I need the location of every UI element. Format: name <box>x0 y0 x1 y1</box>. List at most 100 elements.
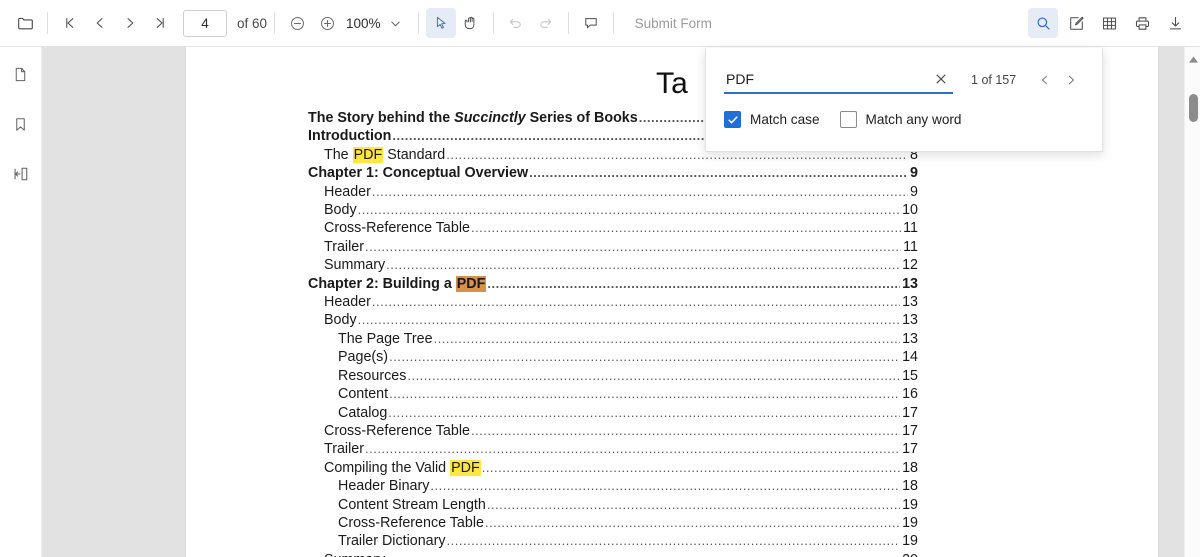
zoom-in-icon[interactable] <box>312 8 342 38</box>
sidebar-item-attachments[interactable] <box>6 159 36 189</box>
next-result-icon[interactable] <box>1058 67 1084 93</box>
toc-leader-dots: ........................................… <box>407 367 900 383</box>
toc-leader-dots: ........................................… <box>481 459 900 475</box>
toc-entry[interactable]: Chapter 1: Conceptual Overview..........… <box>308 164 918 182</box>
toc-entry-label: Chapter 1: Conceptual Overview <box>308 165 529 182</box>
toc-leader-dots: ........................................… <box>470 422 900 438</box>
toolbar-divider-1 <box>47 12 48 34</box>
toc-entry-label: Header Binary <box>338 478 430 495</box>
toc-entry[interactable]: Body ...................................… <box>308 311 918 329</box>
annotate-icon[interactable] <box>1061 8 1091 38</box>
toc-page-number: 18 <box>902 478 918 495</box>
search-icon[interactable] <box>1028 8 1058 38</box>
toc-page-number: 10 <box>902 202 918 219</box>
toc-entry[interactable]: Trailer Dictionary......................… <box>308 532 918 550</box>
open-file-icon[interactable] <box>10 8 40 38</box>
chevron-down-icon[interactable] <box>381 8 411 38</box>
search-panel-options-row: Match case Match any word <box>706 94 1102 128</box>
search-input[interactable] <box>724 70 920 87</box>
toc-leader-dots: ........................................… <box>389 349 900 365</box>
toc-entry[interactable]: Trailer ................................… <box>308 440 918 458</box>
comment-icon[interactable] <box>576 8 606 38</box>
table-of-contents: The Story behind the Succinctly Series o… <box>308 109 918 557</box>
toc-entry[interactable]: Body ...................................… <box>308 201 918 219</box>
left-sidebar <box>0 47 42 557</box>
vertical-scrollbar[interactable] <box>1184 47 1200 557</box>
toc-entry-label: Summary <box>324 552 385 557</box>
print-icon[interactable] <box>1127 8 1157 38</box>
toc-leader-dots: ........................................… <box>371 294 901 310</box>
toc-entry-label: Content Stream Length <box>338 496 486 513</box>
sidebar-item-bookmarks[interactable] <box>6 109 36 139</box>
toc-entry[interactable]: Header Binary...........................… <box>308 477 918 495</box>
select-tool-icon[interactable] <box>425 8 456 38</box>
toc-entry-label: Chapter 2: Building a PDF <box>308 275 487 292</box>
toc-page-number: 11 <box>903 238 918 255</box>
next-page-icon[interactable] <box>115 8 145 38</box>
toc-leader-dots: ........................................… <box>386 551 900 557</box>
previous-page-icon[interactable] <box>85 8 115 38</box>
toc-leader-dots: ........................................… <box>470 220 901 236</box>
pan-tool-icon[interactable] <box>456 8 486 38</box>
toc-entry-label: Resources <box>338 367 407 384</box>
toolbar-divider-6 <box>612 12 614 34</box>
toc-entry[interactable]: Compiling the Valid PDF.................… <box>308 459 918 477</box>
sidebar-item-page-thumbnails[interactable] <box>6 59 36 89</box>
download-icon[interactable] <box>1160 8 1190 38</box>
toc-leader-dots: ........................................… <box>357 312 901 328</box>
toc-page-number: 16 <box>902 386 918 403</box>
search-match: PDF <box>450 459 481 476</box>
toc-entry[interactable]: Chapter 2: Building a PDF...............… <box>308 275 918 293</box>
toc-leader-dots: ........................................… <box>371 183 908 199</box>
toc-entry-label: Header <box>324 183 371 200</box>
zoom-out-icon[interactable] <box>282 8 312 38</box>
toc-entry-label: Page(s) <box>338 349 389 366</box>
search-result-count: 1 of 157 <box>971 72 1017 87</box>
toolbar-divider-2 <box>274 12 276 34</box>
toc-page-number: 18 <box>902 459 918 476</box>
toc-entry[interactable]: Header..................................… <box>308 183 918 201</box>
toc-entry[interactable]: Content.................................… <box>308 385 918 403</box>
toc-entry-label: The Story behind the Succinctly Series o… <box>308 110 638 126</box>
toc-leader-dots: ........................................… <box>364 238 901 254</box>
match-case-checkbox[interactable] <box>724 111 741 128</box>
first-page-icon[interactable] <box>55 8 85 38</box>
organize-pages-icon[interactable] <box>1094 8 1124 38</box>
toc-page-number: 13 <box>902 330 918 347</box>
last-page-icon[interactable] <box>145 8 175 38</box>
toc-leader-dots: ........................................… <box>446 533 901 549</box>
toc-entry[interactable]: Page(s).................................… <box>308 348 918 366</box>
toc-leader-dots: ........................................… <box>364 441 900 457</box>
toc-page-number: 14 <box>902 349 918 366</box>
toc-entry[interactable]: Resources ..............................… <box>308 367 918 385</box>
toc-entry[interactable]: Cross-Reference Table...................… <box>308 514 918 532</box>
match-any-word-checkbox[interactable] <box>839 111 857 128</box>
match-any-word-label[interactable]: Match any word <box>866 112 962 127</box>
page-number-input[interactable] <box>183 9 227 37</box>
toc-entry[interactable]: Summary ................................… <box>308 551 918 557</box>
toc-entry-label: Catalog <box>338 404 388 421</box>
close-icon[interactable] <box>931 69 951 89</box>
match-case-label[interactable]: Match case <box>750 112 820 127</box>
scroll-up-icon[interactable] <box>1185 52 1200 66</box>
toc-entry[interactable]: The Page Tree...........................… <box>308 330 918 348</box>
toc-page-number: 19 <box>902 533 918 550</box>
toc-entry[interactable]: Trailer ................................… <box>308 238 918 256</box>
redo-icon[interactable] <box>531 8 561 38</box>
toc-entry[interactable]: Cross-Reference Table...................… <box>308 422 918 440</box>
toc-entry-label: Cross-Reference Table <box>324 422 470 439</box>
undo-icon[interactable] <box>501 8 531 38</box>
toc-leader-dots: ........................................… <box>389 386 900 402</box>
scrollbar-thumb[interactable] <box>1189 94 1198 122</box>
toc-entry[interactable]: Header..................................… <box>308 293 918 311</box>
toc-page-number: 11 <box>903 220 918 237</box>
previous-result-icon[interactable] <box>1032 67 1058 93</box>
submit-form-button[interactable]: Submit Form <box>635 16 712 31</box>
toc-entry[interactable]: Cross-Reference Table...................… <box>308 219 918 237</box>
zoom-level-value[interactable]: 100% <box>346 16 381 31</box>
toc-entry-label: Compiling the Valid PDF <box>324 459 481 476</box>
toc-entry[interactable]: Summary ................................… <box>308 256 918 274</box>
toc-page-number: 9 <box>910 165 918 182</box>
toc-entry[interactable]: Catalog ................................… <box>308 404 918 422</box>
toc-entry[interactable]: Content Stream Length...................… <box>308 496 918 514</box>
